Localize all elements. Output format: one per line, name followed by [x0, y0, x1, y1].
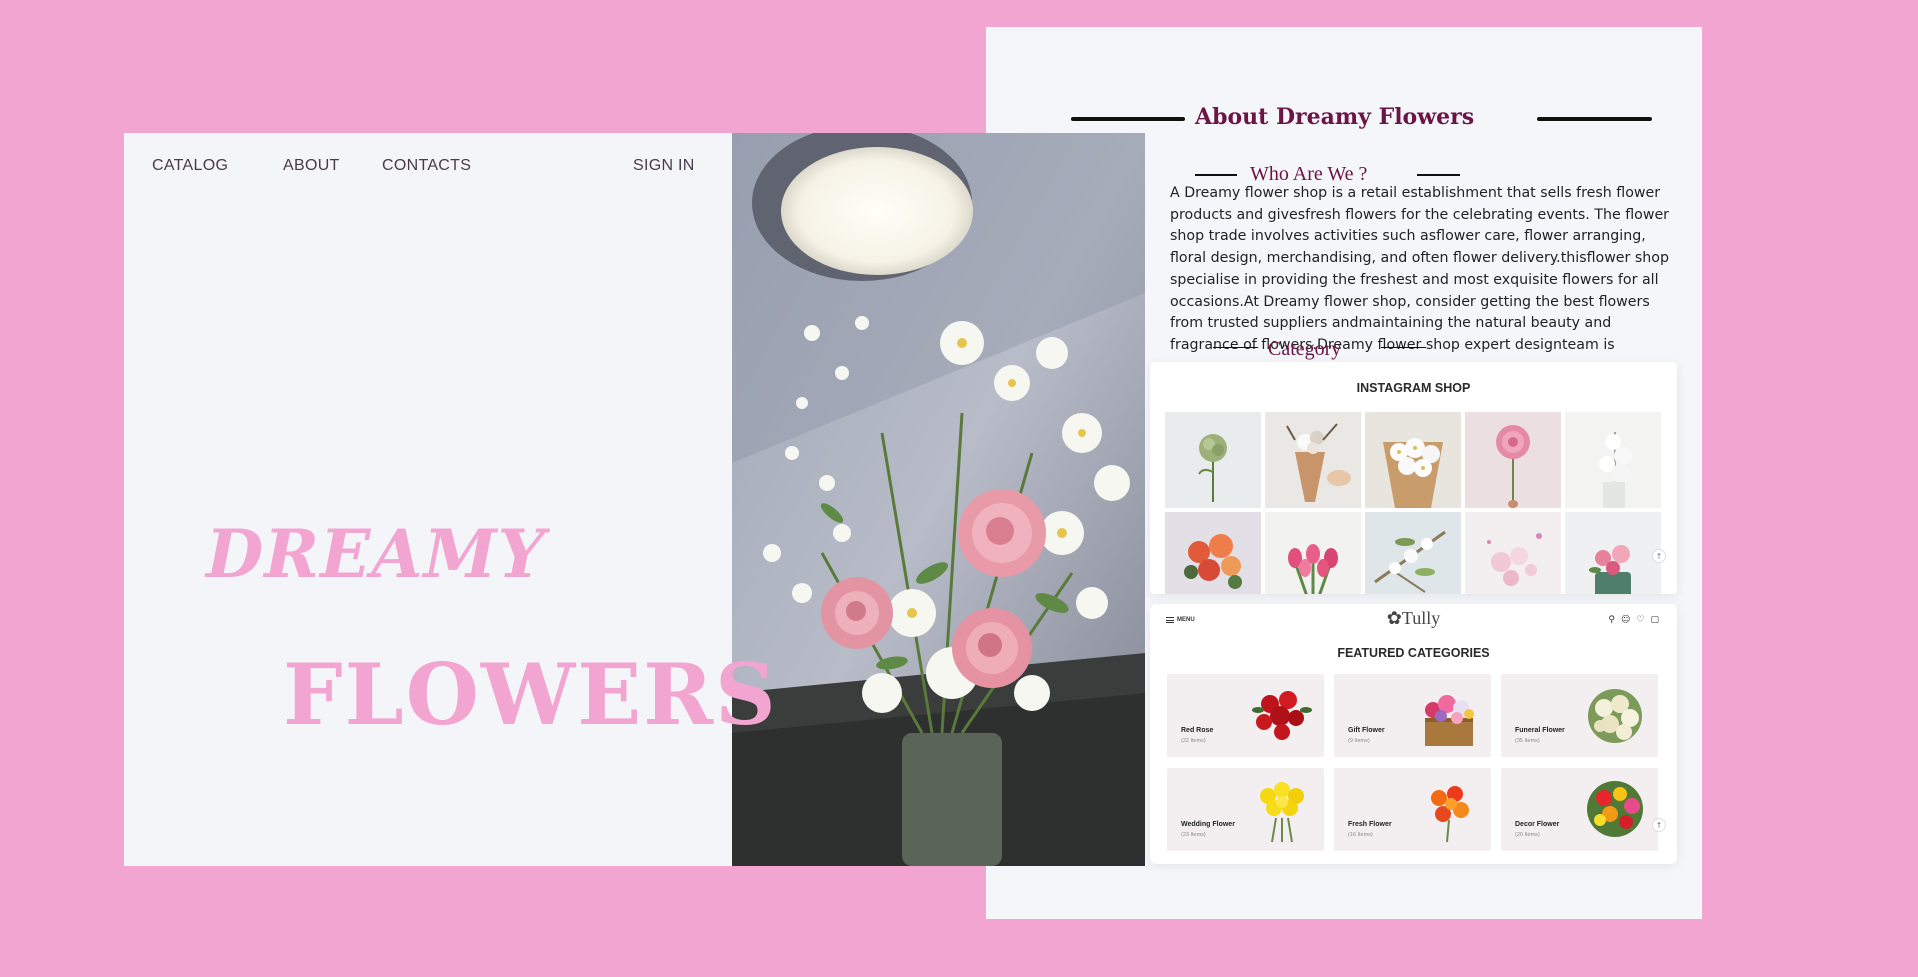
instagram-post[interactable]: [1365, 412, 1461, 508]
category-card-fresh-flower[interactable]: Fresh Flower (16 Items): [1334, 768, 1491, 851]
instagram-post[interactable]: [1265, 412, 1361, 508]
nav-catalog[interactable]: CATALOG: [152, 157, 228, 175]
about-title-left-rule: [1071, 117, 1185, 121]
arrow-up-icon: ↑: [1655, 551, 1663, 561]
user-icon[interactable]: ☺: [1621, 615, 1630, 625]
category-name: Decor Flower: [1515, 821, 1560, 828]
hero-flower-photo: [732, 133, 1145, 866]
category-heading: Category: [1268, 338, 1342, 360]
instagram-post[interactable]: [1565, 412, 1661, 508]
instagram-post[interactable]: [1465, 412, 1561, 508]
category-name: Funeral Flower: [1515, 727, 1565, 734]
flower-logo-icon: ✿: [1386, 608, 1402, 628]
category-card-decor-flower[interactable]: Decor Flower (20 Items): [1501, 768, 1658, 851]
about-title: About Dreamy Flowers: [1195, 104, 1475, 130]
category-name: Red Rose: [1181, 727, 1214, 734]
hero-title-flowers: FLOWERS: [283, 645, 778, 744]
about-description: A Dreamy flower shop is a retail establi…: [1170, 185, 1670, 353]
category-card-funeral-flower[interactable]: Funeral Flower (35 Items): [1501, 674, 1658, 757]
instagram-post[interactable]: [1465, 512, 1561, 594]
category-grid: Red Rose (22 Items) Gift Flower (9 Items…: [1167, 674, 1658, 851]
category-name: Gift Flower: [1348, 727, 1385, 734]
category-name: Fresh Flower: [1348, 821, 1392, 828]
tully-logo-text: Tully: [1401, 608, 1441, 628]
category-left-rule: [1213, 347, 1258, 348]
category-count: (22 Items): [1181, 738, 1206, 744]
category-count: (35 Items): [1515, 738, 1540, 744]
heart-icon[interactable]: ♡: [1636, 615, 1644, 625]
who-right-rule: [1417, 174, 1460, 176]
featured-categories-title: FEATURED CATEGORIES: [1337, 646, 1490, 660]
hero-panel: CATALOG ABOUT CONTACTS SIGN IN: [124, 133, 732, 866]
search-icon[interactable]: ⚲: [1608, 615, 1615, 625]
scroll-top-button[interactable]: ↑: [1652, 549, 1666, 563]
category-card-gift-flower[interactable]: Gift Flower (9 Items): [1334, 674, 1491, 757]
category-name: Wedding Flower: [1181, 821, 1235, 828]
instagram-post[interactable]: [1265, 512, 1361, 594]
who-left-rule: [1195, 174, 1237, 176]
instagram-post[interactable]: [1165, 412, 1261, 508]
instagram-shop-title: INSTAGRAM SHOP: [1356, 381, 1471, 395]
category-count: (16 Items): [1348, 832, 1373, 838]
category-card-wedding-flower[interactable]: Wedding Flower (23 Items): [1167, 768, 1324, 851]
hero-title-dreamy: DREAMY: [206, 515, 546, 593]
nav-contacts[interactable]: CONTACTS: [382, 157, 471, 175]
header-actions: ⚲ ☺ ♡ ▢: [1608, 615, 1659, 625]
category-count: (20 Items): [1515, 832, 1540, 838]
nav-sign-in[interactable]: SIGN IN: [633, 157, 695, 175]
instagram-grid: [1165, 412, 1661, 594]
arrow-up-icon: ↑: [1655, 820, 1663, 830]
instagram-post[interactable]: [1365, 512, 1461, 594]
category-card-red-rose[interactable]: Red Rose (22 Items): [1167, 674, 1324, 757]
instagram-post[interactable]: [1565, 512, 1661, 594]
instagram-post[interactable]: [1165, 512, 1261, 594]
category-count: (23 Items): [1181, 832, 1206, 838]
nav-about[interactable]: ABOUT: [283, 157, 340, 175]
category-right-rule: [1381, 347, 1426, 348]
about-title-right-rule: [1537, 117, 1652, 121]
category-count: (9 Items): [1348, 738, 1370, 744]
cart-icon[interactable]: ▢: [1650, 615, 1659, 625]
tully-logo[interactable]: ✿Tully: [1150, 608, 1677, 629]
instagram-shop-card: INSTAGRAM SHOP ↑: [1150, 362, 1677, 594]
featured-categories-card: MENU ✿Tully ⚲ ☺ ♡ ▢ FEATURED CATEGORIES …: [1150, 604, 1677, 864]
scroll-top-button[interactable]: ↑: [1652, 818, 1666, 832]
